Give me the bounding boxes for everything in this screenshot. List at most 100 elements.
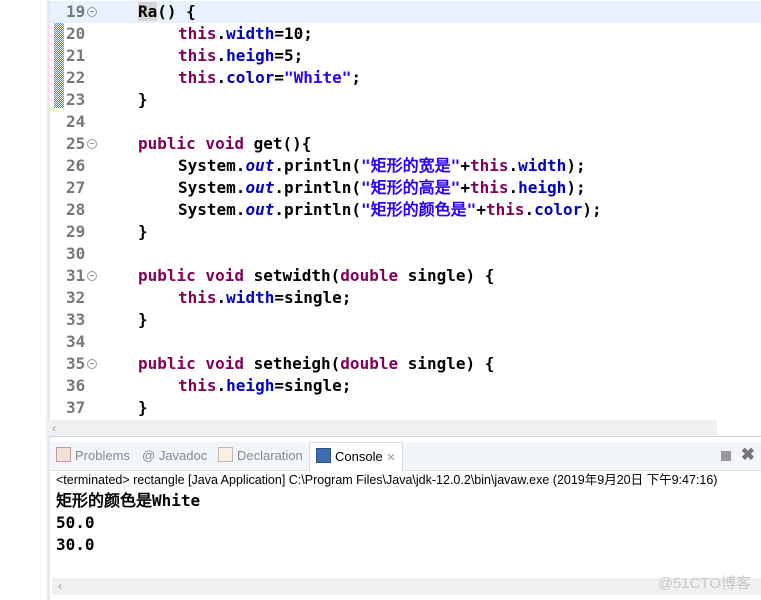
code-line[interactable]: 33} <box>50 309 761 331</box>
code-line[interactable]: 35− public void setheigh(double single) { <box>50 353 761 375</box>
view-tabs: Problems @ Javadoc Declaration Console ✕… <box>50 442 761 471</box>
code-token: } <box>138 310 148 329</box>
code-line[interactable]: 28 System.out.println("矩形的颜色是"+this.color… <box>50 199 761 221</box>
code-token: width <box>518 156 567 175</box>
code-token: =5; <box>274 46 304 65</box>
code-line[interactable]: 37} <box>50 397 761 419</box>
code-token: . <box>524 200 535 219</box>
code-line[interactable]: 36 this.heigh=single; <box>50 375 761 397</box>
code-token: public void <box>138 354 244 373</box>
code-token: System. <box>178 156 246 175</box>
code-token: public void <box>138 134 244 153</box>
code-token: this <box>469 156 509 175</box>
code-token: out <box>245 156 275 175</box>
code-line[interactable]: 20 this.width=10; <box>50 23 761 45</box>
code-token: heigh <box>226 46 275 65</box>
code-text: System.out.println("矩形的高是"+this.heigh); <box>178 177 586 199</box>
tab-problems[interactable]: Problems <box>56 442 130 470</box>
code-line[interactable]: 21 this.heigh=5; <box>50 45 761 67</box>
code-text: this.width=10; <box>178 23 313 45</box>
line-number: 33 <box>66 310 86 329</box>
code-line[interactable]: 30 <box>50 243 761 265</box>
code-text: public void get(){ <box>138 133 311 155</box>
code-line[interactable]: 32 this.width=single; <box>50 287 761 309</box>
code-editor[interactable]: 19− Ra() {20 this.width=10; 21 this.heigh=5;… <box>50 0 761 437</box>
code-text: } <box>138 89 148 111</box>
code-token: heigh <box>226 376 275 395</box>
code-token: System. <box>178 200 246 219</box>
left-pane <box>0 0 50 600</box>
line-number: 24 <box>66 112 86 131</box>
line-number: 37 <box>66 398 86 417</box>
code-token: this <box>469 178 509 197</box>
code-text: } <box>138 397 148 419</box>
close-icon[interactable]: ✕ <box>386 452 395 464</box>
code-token: this <box>178 68 217 87</box>
code-token: double <box>340 354 399 373</box>
code-line[interactable]: 34 <box>50 331 761 353</box>
code-text: System.out.println("矩形的宽是"+this.width); <box>178 155 586 177</box>
code-line[interactable]: 26 System.out.println("矩形的宽是"+this.width)… <box>50 155 761 177</box>
fold-icon[interactable]: − <box>87 359 97 369</box>
code-token: this <box>178 288 217 307</box>
code-token: width <box>226 24 275 43</box>
code-line[interactable]: 22 this.color="White"; <box>50 67 761 89</box>
code-token: . <box>216 376 227 395</box>
code-token: . <box>508 156 519 175</box>
console-output-line: 30.0 <box>56 535 95 554</box>
code-text: public void setwidth(double single) { <box>138 265 494 287</box>
console-output-line: 矩形的颜色是White <box>56 491 201 510</box>
code-token: . <box>508 178 519 197</box>
close-view-icon[interactable]: ✖ <box>741 445 755 465</box>
tab-declaration[interactable]: Declaration <box>218 442 303 470</box>
code-token: . <box>216 46 227 65</box>
code-token: this <box>178 376 217 395</box>
code-token: System. <box>178 178 246 197</box>
code-text: Ra() { <box>138 1 196 23</box>
fold-icon[interactable]: − <box>87 139 97 149</box>
code-line[interactable]: 29} <box>50 221 761 243</box>
code-token: .println( <box>274 200 362 219</box>
code-line[interactable]: 25− public void get(){ <box>50 133 761 155</box>
fold-icon[interactable]: − <box>87 7 97 17</box>
code-token: . <box>216 24 227 43</box>
code-token: + <box>460 156 470 175</box>
minimize-icon[interactable] <box>721 451 731 461</box>
fold-icon[interactable]: − <box>87 271 97 281</box>
code-token: + <box>476 200 486 219</box>
code-line[interactable]: 27 System.out.println("矩形的高是"+this.heigh)… <box>50 177 761 199</box>
code-token: } <box>138 222 148 241</box>
code-token: ); <box>582 200 602 219</box>
line-number: 29 <box>66 222 86 241</box>
line-number: 21 <box>66 46 86 65</box>
code-line[interactable]: 31− public void setwidth(double single) { <box>50 265 761 287</box>
code-text: System.out.println("矩形的颜色是"+this.color); <box>178 199 602 221</box>
code-text: this.width=single; <box>178 287 351 309</box>
problems-icon <box>56 447 71 462</box>
line-number: 26 <box>66 156 86 175</box>
code-token: get(){ <box>243 134 312 153</box>
console-status: <terminated> rectangle [Java Application… <box>56 473 718 487</box>
code-text: this.color="White"; <box>178 67 361 89</box>
code-token: ; <box>351 68 362 87</box>
code-text: } <box>138 309 148 331</box>
code-token: .println( <box>274 178 362 197</box>
code-token: heigh <box>518 178 567 197</box>
code-line[interactable]: 23} <box>50 89 761 111</box>
tab-javadoc[interactable]: @ Javadoc <box>142 442 207 470</box>
code-token: color <box>534 200 583 219</box>
editor-horizontal-scrollbar[interactable]: ‹ <box>46 420 717 436</box>
code-token: () { <box>157 2 196 21</box>
code-text: this.heigh=single; <box>178 375 351 397</box>
code-token: . <box>216 68 227 87</box>
line-number: 30 <box>66 244 86 263</box>
code-token: "矩形的高是" <box>361 178 461 197</box>
code-line[interactable]: 24 <box>50 111 761 133</box>
code-token: this <box>178 46 217 65</box>
code-token: setheigh( <box>243 354 341 373</box>
code-token: = <box>274 68 284 87</box>
tab-console[interactable]: Console ✕ <box>309 442 403 471</box>
declaration-icon <box>218 447 233 462</box>
code-line[interactable]: 19− Ra() { <box>50 1 761 23</box>
console-horizontal-scrollbar[interactable]: ‹ <box>52 578 761 595</box>
